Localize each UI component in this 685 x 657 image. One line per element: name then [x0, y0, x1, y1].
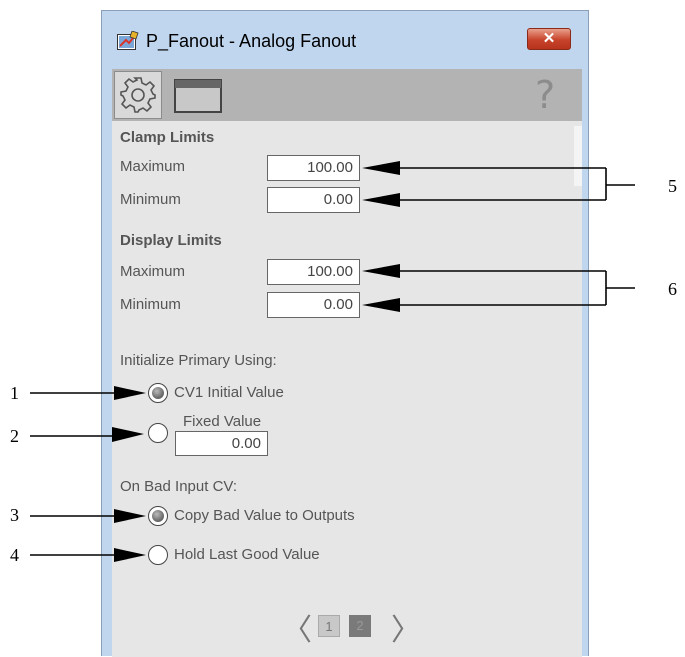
callout-5: 5 — [668, 176, 677, 196]
callout-4: 4 — [10, 545, 19, 565]
callout-3: 3 — [10, 505, 19, 525]
callout-6: 6 — [668, 279, 677, 299]
callout-arrows — [30, 161, 635, 562]
callout-2: 2 — [10, 426, 19, 446]
callout-1: 1 — [10, 383, 19, 403]
